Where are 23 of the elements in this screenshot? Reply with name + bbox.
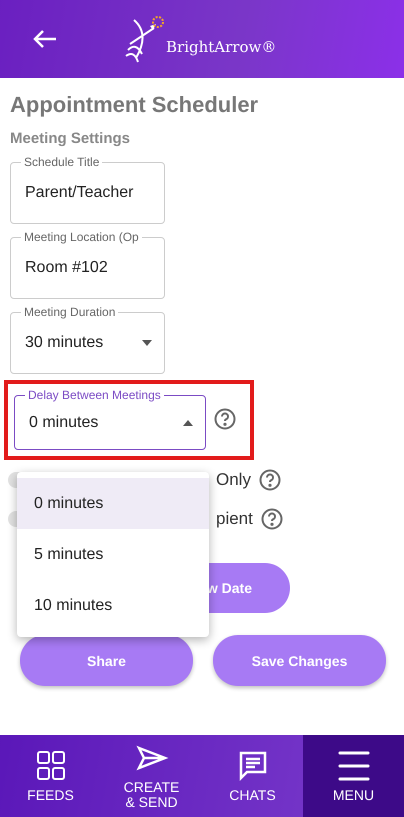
menu-option[interactable]: 10 minutes bbox=[17, 580, 209, 631]
input-field[interactable]: Schedule Title Parent/Teacher bbox=[10, 155, 165, 224]
help-icon[interactable] bbox=[258, 468, 281, 490]
toggle-label: Only bbox=[216, 470, 251, 490]
nav-tab[interactable]: CREATE & SEND bbox=[101, 735, 202, 817]
section-heading: Meeting Settings bbox=[10, 130, 132, 147]
page-title: Appointment Scheduler bbox=[10, 92, 260, 118]
caret-icon bbox=[183, 420, 193, 426]
menu-option[interactable]: 5 minutes bbox=[17, 529, 209, 580]
input-field[interactable]: Meeting Location (Op Room #102 bbox=[10, 230, 165, 299]
menu-icon bbox=[336, 750, 370, 782]
back-arrow-icon[interactable] bbox=[32, 28, 58, 50]
toggle-label: pient bbox=[216, 508, 253, 528]
select-field[interactable]: Meeting Duration 30 minutes bbox=[10, 305, 165, 374]
nav-tab[interactable]: MENU bbox=[303, 735, 404, 817]
caret-icon bbox=[142, 340, 152, 346]
help-icon[interactable] bbox=[260, 508, 283, 530]
logo-text: BrightArrow® bbox=[166, 38, 276, 56]
help-icon[interactable] bbox=[214, 408, 236, 430]
select-field[interactable]: Delay Between Meetings 0 minutes bbox=[14, 388, 206, 450]
nav-tab[interactable]: CHATS bbox=[202, 735, 303, 817]
nav-tab[interactable]: FEEDS bbox=[0, 735, 101, 817]
menu-option[interactable]: 0 minutes bbox=[17, 478, 209, 529]
